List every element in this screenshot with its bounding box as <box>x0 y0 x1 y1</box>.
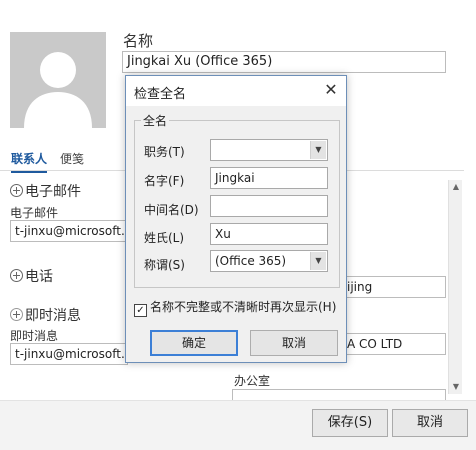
name-label: 名称 <box>123 32 154 50</box>
scroll-down-icon[interactable]: ▼ <box>449 380 463 394</box>
expand-plus-icon <box>10 184 23 197</box>
job-title-select[interactable]: ▼ <box>210 139 328 161</box>
job-title-label: 职务(T) <box>144 145 185 159</box>
close-icon[interactable]: ✕ <box>322 81 340 99</box>
chevron-down-icon[interactable]: ▼ <box>310 141 326 159</box>
suffix-label: 称谓(S) <box>144 258 185 272</box>
show-again-checkbox[interactable]: ✓ <box>134 304 147 317</box>
tab-notes[interactable]: 便笺 <box>60 150 84 167</box>
im-section-title: 即时消息 <box>25 308 81 324</box>
dialog-title: 检查全名 <box>134 87 187 102</box>
show-again-label: 名称不完整或不清晰时再次显示(H) <box>150 300 337 314</box>
phone-section-title: 电话 <box>25 269 53 285</box>
group-label: 全名 <box>141 112 170 129</box>
cancel-button[interactable]: 取消 <box>392 409 468 437</box>
email-field[interactable]: t-jinxu@microsoft.c <box>10 220 128 242</box>
office-label: 办公室 <box>234 374 271 388</box>
im-field[interactable]: t-jinxu@microsoft.c <box>10 343 128 365</box>
contact-photo[interactable] <box>10 32 106 128</box>
suffix-select[interactable]: (Office 365) ▼ <box>210 250 328 272</box>
last-name-input[interactable]: Xu <box>210 223 328 245</box>
email-section-title: 电子邮件 <box>25 184 81 200</box>
scrollbar[interactable]: ▲ ▼ <box>448 180 462 394</box>
middle-name-input[interactable] <box>210 195 328 217</box>
first-name-input[interactable]: Jingkai <box>210 167 328 189</box>
tab-strip: 联系人 便笺 <box>10 150 106 173</box>
scroll-up-icon[interactable]: ▲ <box>449 180 463 194</box>
im-section-header[interactable]: 即时消息 <box>10 305 81 325</box>
check-full-name-dialog: 检查全名 ✕ 全名 职务(T) ▼ 名字(F) Jingkai 中间名(D) 姓… <box>125 75 347 363</box>
show-again-option[interactable]: ✓ 名称不完整或不清晰时再次显示(H) <box>134 298 340 317</box>
first-name-label: 名字(F) <box>144 174 185 188</box>
dialog-cancel-button[interactable]: 取消 <box>250 330 338 356</box>
office-field[interactable] <box>232 389 446 400</box>
phone-section-header[interactable]: 电话 <box>10 266 53 286</box>
suffix-value: (Office 365) <box>215 254 287 268</box>
tab-contacts[interactable]: 联系人 <box>11 150 48 173</box>
expand-plus-icon <box>10 308 23 321</box>
save-button[interactable]: 保存(S) <box>312 409 388 437</box>
name-field[interactable]: Jingkai Xu (Office 365) <box>122 51 446 73</box>
im-field-label: 即时消息 <box>10 329 59 343</box>
dialog-titlebar[interactable]: 检查全名 ✕ <box>126 76 346 106</box>
person-silhouette-icon <box>24 52 92 128</box>
ok-button[interactable]: 确定 <box>150 330 238 356</box>
middle-name-label: 中间名(D) <box>144 203 199 217</box>
last-name-label: 姓氏(L) <box>144 231 185 245</box>
expand-plus-icon <box>10 269 23 282</box>
email-field-label: 电子邮件 <box>10 206 59 220</box>
chevron-down-icon[interactable]: ▼ <box>310 252 326 270</box>
email-section-header[interactable]: 电子邮件 <box>10 181 81 201</box>
